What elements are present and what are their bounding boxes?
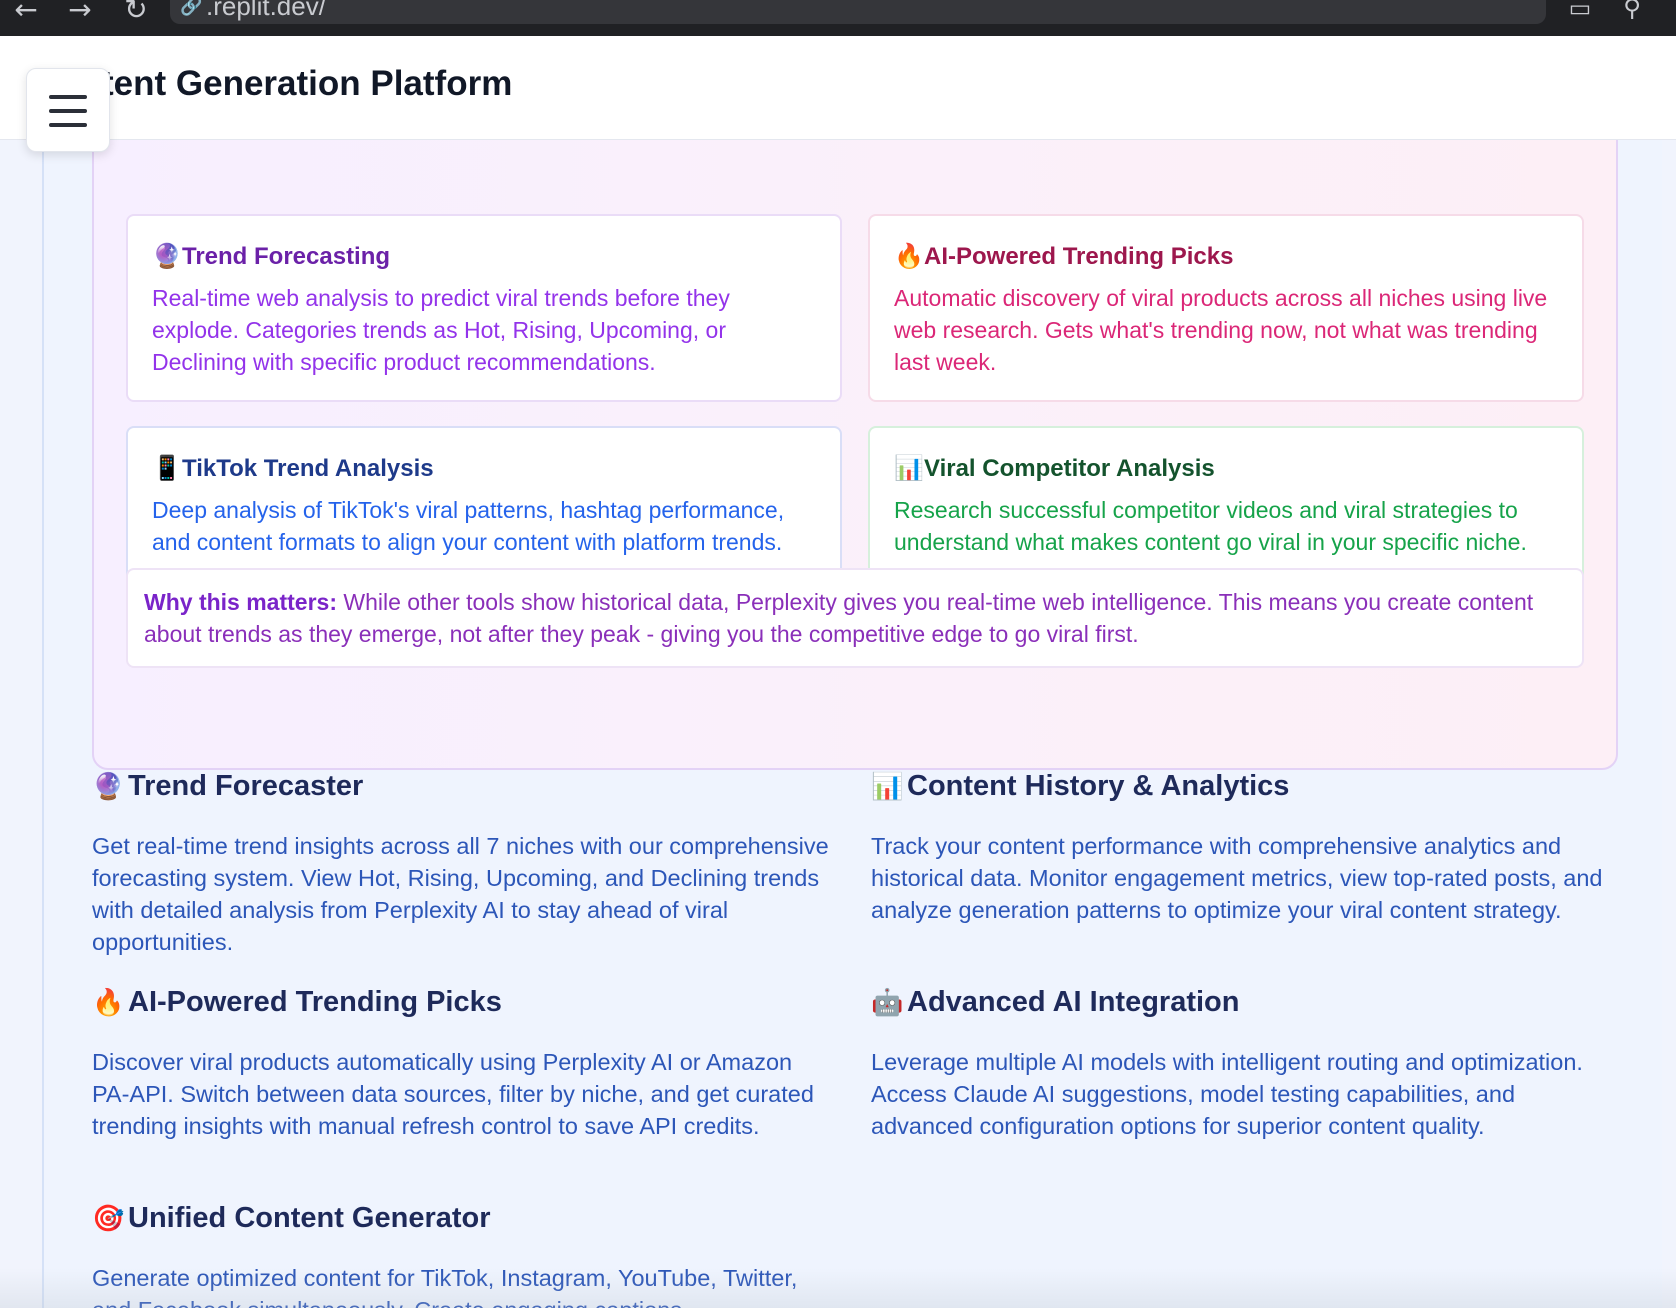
feature-card-title: 📊Viral Competitor Analysis [894, 454, 1215, 483]
feature-card-trend-forecasting: 🔮Trend Forecasting Real-time web analysi… [126, 214, 842, 402]
extension-icon[interactable]: ⚲ [1614, 0, 1650, 22]
reload-icon[interactable]: ↻ [118, 0, 154, 24]
crystal-ball-icon: 🔮 [92, 771, 125, 801]
fire-icon: 🔥 [894, 243, 924, 270]
link-icon: 🔗 [180, 0, 203, 17]
section-description: Track your content performance with comp… [871, 833, 1603, 923]
section-title: 📊 Content History & Analytics [871, 770, 1289, 803]
section-title: 🤖 Advanced AI Integration [871, 986, 1239, 1019]
feature-card-title: 🔮Trend Forecasting [152, 242, 390, 271]
card-title-text: Trend Forecasting [182, 243, 391, 270]
bar-chart-icon: 📊 [871, 771, 904, 801]
address-bar[interactable]: 🔗 .replit.dev/ [170, 0, 1546, 24]
section-description: Discover viral products automatically us… [92, 1049, 814, 1139]
section-title: 🔮 Trend Forecaster [92, 770, 363, 803]
hamburger-icon-bar [49, 109, 87, 113]
section-title-text: AI-Powered Trending Picks [128, 986, 502, 1018]
why-label: Why this matters: [144, 589, 337, 615]
why-text: While other tools show historical data, … [144, 589, 1534, 647]
mobile-phone-icon: 📱 [152, 455, 182, 482]
arrow-right-icon[interactable]: → [62, 0, 98, 24]
section-description: Get real-time trend insights across all … [92, 833, 829, 955]
section-title-text: Unified Content Generator [128, 1202, 491, 1234]
section-title: 🔥 AI-Powered Trending Picks [92, 986, 502, 1019]
section-title-text: Trend Forecaster [128, 770, 364, 802]
feature-card-description: Automatic discovery of viral products ac… [894, 285, 1548, 375]
section-title: 🎯 Unified Content Generator [92, 1202, 491, 1235]
target-icon: 🎯 [92, 1203, 125, 1233]
bar-chart-icon: 📊 [894, 455, 924, 482]
why-this-matters-note: Why this matters: While other tools show… [126, 568, 1584, 668]
page-title: tent Generation Platform [102, 64, 513, 103]
hamburger-icon [49, 95, 87, 99]
page: tent Generation Platform 🔮Trend Forecast… [0, 36, 1676, 1308]
section-title-text: Content History & Analytics [907, 770, 1290, 802]
feature-card-description: Real-time web analysis to predict viral … [152, 285, 730, 375]
robot-icon: 🤖 [871, 987, 904, 1017]
perplexity-features-box: 🔮Trend Forecasting Real-time web analysi… [92, 106, 1618, 770]
fire-icon: 🔥 [92, 987, 125, 1017]
cast-icon[interactable]: ▭ [1562, 0, 1598, 22]
section-description: Leverage multiple AI models with intelli… [871, 1049, 1583, 1139]
hamburger-icon-bar [49, 123, 87, 127]
feature-card-description: Deep analysis of TikTok's viral patterns… [152, 497, 785, 555]
card-title-text: Viral Competitor Analysis [924, 455, 1215, 482]
arrow-left-icon[interactable]: ← [8, 0, 44, 24]
menu-button[interactable] [26, 68, 110, 152]
card-title-text: AI-Powered Trending Picks [924, 243, 1234, 270]
crystal-ball-icon: 🔮 [152, 243, 182, 270]
section-title-text: Advanced AI Integration [907, 986, 1240, 1018]
feature-card-description: Research successful competitor videos an… [894, 497, 1527, 555]
browser-toolbar: ← → ↻ 🔗 .replit.dev/ ▭ ⚲ [0, 0, 1676, 36]
url-text: .replit.dev/ [206, 0, 326, 21]
app-header: tent Generation Platform [0, 36, 1676, 140]
card-title-text: TikTok Trend Analysis [182, 455, 434, 482]
feature-card-trending-picks: 🔥AI-Powered Trending Picks Automatic dis… [868, 214, 1584, 402]
feature-card-title: 📱TikTok Trend Analysis [152, 454, 434, 483]
feature-card-title: 🔥AI-Powered Trending Picks [894, 242, 1233, 271]
section-description: Generate optimized content for TikTok, I… [92, 1265, 798, 1308]
